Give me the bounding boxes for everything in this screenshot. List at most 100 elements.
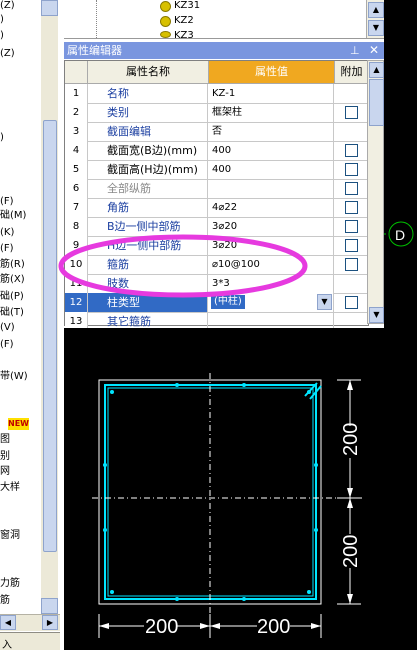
rebar (110, 390, 114, 394)
property-name: 类别 (88, 103, 208, 122)
property-row[interactable]: 2 类别 框架柱 (65, 103, 368, 123)
add-checkbox[interactable] (345, 220, 358, 233)
add-cell (335, 236, 368, 255)
scroll-up-button[interactable]: ▲ (368, 2, 384, 18)
scroll-down-button[interactable]: ▼ (369, 307, 384, 323)
property-name: 箍筋 (88, 255, 208, 274)
add-checkbox[interactable] (345, 182, 358, 195)
left-panel-item[interactable]: (K) (0, 227, 14, 239)
add-cell (335, 274, 368, 293)
left-panel-item[interactable]: (Z) (0, 0, 15, 12)
left-panel-item[interactable]: (F) (0, 196, 14, 208)
tree-scrollbar[interactable]: ▲ ▼ (366, 0, 384, 38)
add-checkbox[interactable] (345, 258, 358, 271)
property-value[interactable]: (中柱) ▼ (209, 293, 334, 312)
left-panel-item[interactable]: ) (0, 132, 4, 144)
property-row[interactable]: 10 箍筋 ⌀10@100 (65, 255, 368, 275)
property-row[interactable]: 9 H边一侧中部筋 3⌀20 (65, 236, 368, 256)
left-panel-item[interactable]: 大样 (0, 482, 20, 494)
cad-drawing-view-right[interactable]: D (384, 0, 417, 650)
property-value[interactable]: 框架柱 (209, 103, 334, 122)
property-value[interactable]: 4⌀22 (209, 198, 334, 217)
tree-item[interactable]: KZ2 (174, 15, 194, 26)
add-cell (335, 198, 368, 217)
scroll-right-button[interactable]: ▶ (42, 615, 58, 630)
cad-drawing-view[interactable]: 200 200 200 200 (64, 328, 384, 650)
add-cell (335, 255, 368, 274)
scroll-up-button[interactable] (41, 0, 58, 16)
left-panel-item[interactable]: 础(M) (0, 210, 26, 222)
scroll-left-button[interactable]: ◀ (0, 615, 16, 630)
left-panel-item[interactable]: 别 (0, 451, 10, 463)
left-scroll-thumb[interactable] (43, 120, 57, 552)
left-panel-item[interactable]: 筋 (0, 595, 10, 607)
property-row[interactable]: 1 名称 KZ-1 (65, 84, 368, 104)
add-checkbox[interactable] (345, 239, 358, 252)
rebar (314, 463, 318, 467)
rebar (242, 383, 246, 387)
property-grid-scrollbar[interactable]: ▲ ▼ (367, 60, 384, 324)
scroll-down-button[interactable] (41, 598, 58, 614)
left-panel-item[interactable]: 础(P) (0, 291, 24, 303)
property-name: 角筋 (88, 198, 208, 217)
rebar (307, 590, 311, 594)
left-component-panel: (Z))) (Z)) (F) 础(M) (K) (F) 筋(R) 筋(X) 础(P) 础(T) (V… (0, 0, 60, 650)
property-value[interactable]: 否 (209, 122, 334, 141)
left-panel-item[interactable]: (Z) (0, 48, 15, 60)
property-row[interactable]: 4 截面宽(B边)(mm) 400 (65, 141, 368, 161)
header-value[interactable]: 属性值 (209, 61, 335, 84)
property-editor-titlebar[interactable]: 属性编辑器 ⊥ ✕ (64, 42, 384, 59)
left-panel-item[interactable]: 力筋 (0, 578, 20, 590)
scroll-up-button[interactable]: ▲ (369, 62, 384, 78)
close-icon[interactable]: ✕ (369, 42, 379, 59)
property-value[interactable]: 3⌀20 (209, 217, 334, 236)
header-add[interactable]: 附加 (335, 61, 368, 84)
add-checkbox[interactable] (345, 144, 358, 157)
header-name[interactable]: 属性名称 (88, 61, 209, 84)
rebar (103, 528, 107, 532)
new-badge[interactable]: NEW (8, 418, 29, 430)
property-value[interactable]: 400 (209, 160, 334, 179)
property-value[interactable]: 3*3 (209, 274, 334, 293)
property-row[interactable]: 6 全部纵筋 (65, 179, 368, 199)
tree-item[interactable]: KZ31 (174, 0, 200, 11)
property-row[interactable]: 12 柱类型 (中柱) ▼ (65, 293, 368, 313)
left-panel-item[interactable]: (F) (0, 243, 14, 255)
property-value[interactable]: ⌀10@100 (209, 255, 334, 274)
left-panel-item[interactable]: 图 (0, 434, 10, 446)
dropdown-icon[interactable]: ▼ (317, 294, 332, 310)
property-value[interactable]: 3⌀20 (209, 236, 334, 255)
property-value[interactable]: KZ-1 (209, 84, 334, 103)
left-panel-item[interactable]: 础(T) (0, 307, 24, 319)
property-row[interactable]: 7 角筋 4⌀22 (65, 198, 368, 218)
property-row[interactable]: 8 B边一侧中部筋 3⌀20 (65, 217, 368, 237)
tree-item[interactable]: KZ3 (174, 30, 194, 38)
left-panel-item[interactable]: 筋(X) (0, 274, 25, 286)
column-icon (160, 1, 171, 12)
property-value[interactable] (209, 179, 334, 198)
left-horizontal-scrollbar[interactable]: ◀ ▶ (0, 614, 60, 631)
scroll-down-button[interactable]: ▼ (368, 20, 384, 36)
left-panel-item[interactable]: ) (0, 14, 4, 26)
scroll-thumb[interactable] (369, 79, 384, 126)
property-row[interactable]: 11 肢数 3*3 (65, 274, 368, 294)
add-checkbox[interactable] (345, 296, 358, 309)
pin-icon[interactable]: ⊥ (350, 42, 360, 59)
left-panel-item[interactable]: ) (0, 30, 4, 42)
property-row[interactable]: 5 截面高(H边)(mm) 400 (65, 160, 368, 180)
add-cell (335, 84, 368, 103)
left-panel-item[interactable]: 带(W) (0, 371, 28, 383)
add-checkbox[interactable] (345, 163, 358, 176)
add-checkbox[interactable] (345, 201, 358, 214)
left-panel-item[interactable]: (F) (0, 339, 14, 351)
left-panel-item[interactable]: 窗洞 (0, 530, 20, 542)
left-panel-item[interactable]: 筋(R) (0, 259, 25, 271)
row-number: 10 (65, 255, 88, 274)
add-checkbox[interactable] (345, 106, 358, 119)
row-number: 6 (65, 179, 88, 198)
left-panel-item[interactable]: (V) (0, 322, 15, 334)
property-value[interactable]: 400 (209, 141, 334, 160)
row-number: 4 (65, 141, 88, 160)
property-row[interactable]: 3 截面编辑否 (65, 122, 368, 142)
left-panel-item[interactable]: 网 (0, 466, 10, 478)
